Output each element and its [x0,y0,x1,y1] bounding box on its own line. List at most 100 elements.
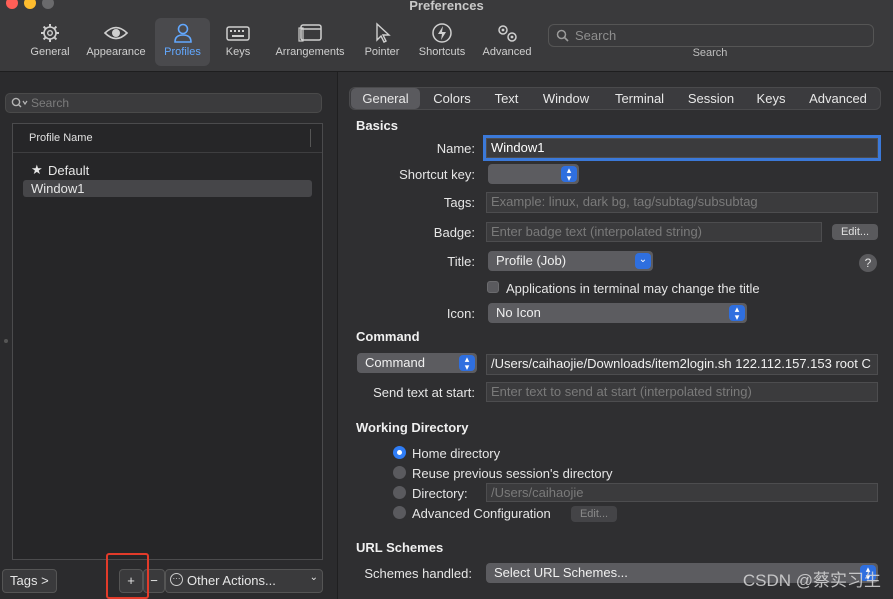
apps-change-title-checkbox[interactable] [487,281,499,293]
other-actions-button[interactable]: ··· Other Actions... ⌄ [165,569,323,593]
chevron-updown-icon: ▴ ▾ [729,305,745,322]
toolbar-general[interactable]: General [25,18,75,66]
column-divider [310,129,311,147]
title-label: Title: [447,254,475,269]
name-label: Name: [436,141,475,156]
profile-list-header[interactable]: Profile Name [13,124,322,153]
profile-row-default[interactable]: ★ Default [23,162,312,179]
toolbar-profiles-label: Profiles [164,46,201,58]
command-field[interactable]: /Users/caihaojie/Downloads/item2login.sh… [486,354,878,375]
toolbar-arrangements[interactable]: Arrangements [270,18,350,66]
toolbar-search-input[interactable]: Search [548,24,874,47]
home-directory-radio[interactable] [393,446,406,459]
tab-window[interactable]: Window [531,88,601,109]
search-icon [556,29,569,42]
command-type-value: Command [365,355,425,370]
toolbar-search-placeholder: Search [575,28,617,43]
directory-label: Directory: [412,486,468,501]
tab-session[interactable]: Session [678,88,744,109]
send-text-field[interactable]: Enter text to send at start (interpolate… [486,382,878,402]
directory-radio[interactable] [393,486,406,499]
tab-advanced[interactable]: Advanced [798,88,878,109]
badge-field-placeholder: Enter badge text (interpolated string) [491,224,703,239]
chevron-updown-icon: ▴ ▾ [459,355,475,372]
toolbar-advanced[interactable]: Advanced [478,18,536,66]
tags-button-label: Tags > [10,573,49,588]
profile-name-column-header: Profile Name [29,132,93,144]
toolbar-general-label: General [30,46,70,58]
watermark: CSDN @蔡实习生 [742,571,881,590]
gear-icon [41,24,59,42]
toolbar-appearance[interactable]: Appearance [82,18,150,66]
chevron-updown-icon: ▴ ▾ [561,166,577,183]
bolt-icon [432,23,452,43]
advanced-configuration-radio[interactable] [393,506,406,519]
icon-popup-value: No Icon [496,305,541,320]
advanced-configuration-edit-button[interactable]: Edit... [571,506,617,522]
url-schemes-heading: URL Schemes [356,540,444,555]
shortcut-key-label: Shortcut key: [399,167,475,182]
send-text-placeholder: Enter text to send at start (interpolate… [491,384,752,399]
keyboard-icon [226,26,250,41]
tab-text[interactable]: Text [484,88,529,109]
toolbar-pointer[interactable]: Pointer [360,18,404,66]
name-field[interactable]: Window1 [483,135,881,161]
icon-label: Icon: [446,306,475,321]
toolbar-profiles[interactable]: Profiles [155,18,210,66]
shortcut-key-popup[interactable]: ▴ ▾ [488,164,579,184]
badge-edit-button[interactable]: Edit... [832,224,878,240]
advanced-configuration-label: Advanced Configuration [412,506,551,521]
profile-search-input[interactable]: Search [5,93,322,113]
other-actions-label: Other Actions... [187,573,276,588]
tab-general[interactable]: General [351,88,420,109]
toolbar-advanced-label: Advanced [482,46,532,58]
command-heading: Command [356,329,420,344]
profile-search-placeholder: Search [31,96,70,110]
tab-colors[interactable]: Colors [422,88,482,109]
reuse-directory-label: Reuse previous session's directory [412,466,613,481]
toolbar-appearance-label: Appearance [86,46,146,58]
help-button[interactable]: ? [859,254,877,272]
icon-popup[interactable]: No Icon ▴ ▾ [488,303,747,323]
schemes-handled-label: Schemes handled: [364,566,472,581]
directory-field-value: /Users/caihaojie [491,485,584,500]
remove-profile-label: − [150,573,158,588]
window-title: Preferences [409,0,484,13]
command-type-popup[interactable]: Command ▴ ▾ [357,353,477,373]
search-icon [11,97,28,108]
badge-field[interactable]: Enter badge text (interpolated string) [486,222,822,242]
send-text-label: Send text at start: [373,385,475,400]
split-handle[interactable] [4,339,8,343]
url-schemes-popup-value: Select URL Schemes... [494,565,628,580]
toolbar-keys-label: Keys [225,46,251,58]
highlight-annotation-box [106,553,149,599]
badge-label: Badge: [433,225,475,240]
reuse-directory-radio[interactable] [393,466,406,479]
title-popup-value: Profile (Job) [496,253,567,268]
working-directory-heading: Working Directory [356,420,469,435]
profile-row-label: Default [48,163,90,178]
profile-row-window1[interactable]: Window1 [23,180,312,197]
tab-keys[interactable]: Keys [746,88,796,109]
title-popup[interactable]: Profile (Job) ⌄ [488,251,653,271]
name-field-value: Window1 [491,140,545,155]
profile-list: Profile Name ★ Default Window1 [12,123,323,560]
tags-button[interactable]: Tags > [2,569,57,593]
profile-row-label: Window1 [31,181,85,196]
ellipsis-icon: ··· [170,573,183,586]
tags-field-placeholder: Example: linux, dark bg, tag/subtag/subs… [491,194,758,209]
tab-terminal[interactable]: Terminal [603,88,676,109]
apps-change-title-label: Applications in terminal may change the … [506,281,760,296]
home-directory-label: Home directory [412,446,501,461]
tags-field[interactable]: Example: linux, dark bg, tag/subtag/subs… [486,192,878,213]
toolbar-pointer-label: Pointer [364,46,400,58]
toolbar-arrangements-label: Arrangements [275,46,345,58]
chevron-down-icon: ⌄ [309,572,318,583]
toolbar-keys[interactable]: Keys [218,18,258,66]
command-field-value: /Users/caihaojie/Downloads/item2login.sh… [491,356,871,371]
gears-icon [498,25,517,42]
chevron-down-icon: ⌄ [635,253,651,269]
toolbar-shortcuts[interactable]: Shortcuts [414,18,470,66]
directory-field[interactable]: /Users/caihaojie [486,483,878,502]
toolbar-search-caption: Search [692,47,728,59]
